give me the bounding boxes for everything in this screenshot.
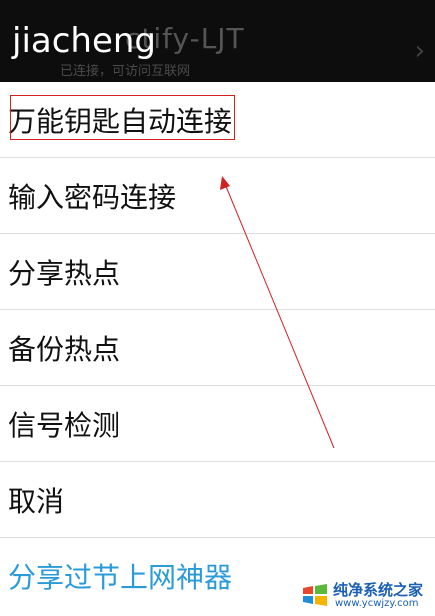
wifi-options-menu: 万能钥匙自动连接 输入密码连接 分享热点 备份热点 信号检测 取消 分享过节上网…	[0, 82, 435, 614]
menu-item-label: 分享热点	[8, 256, 121, 290]
watermark-title: 纯净系统之家	[333, 581, 424, 599]
menu-item-label: 分享过节上网神器	[8, 561, 233, 594]
menu-item-label: 万能钥匙自动连接	[8, 104, 233, 138]
menu-item-password-connect[interactable]: 输入密码连接	[0, 158, 435, 234]
menu-item-share-hotspot[interactable]: 分享热点	[0, 234, 435, 310]
windows-logo-icon	[303, 584, 327, 606]
menu-item-backup-hotspot[interactable]: 备份热点	[0, 310, 435, 386]
menu-item-auto-connect[interactable]: 万能钥匙自动连接	[0, 82, 435, 158]
menu-item-cancel[interactable]: 取消	[0, 462, 435, 538]
top-bar: ctify-LJT 已连接，可访问互联网 › jiacheng	[0, 0, 435, 82]
background-network-status: 已连接，可访问互联网	[60, 64, 191, 79]
chevron-right-icon: ›	[414, 36, 425, 66]
watermark-url: www.ycwjzy.com	[335, 598, 419, 609]
menu-item-label: 输入密码连接	[8, 180, 177, 214]
menu-item-label: 信号检测	[8, 408, 121, 442]
menu-item-label: 备份热点	[8, 332, 121, 366]
menu-item-label: 取消	[8, 484, 65, 518]
menu-item-signal-test[interactable]: 信号检测	[0, 386, 435, 462]
dialog-title: jiacheng	[12, 21, 157, 61]
watermark: 纯净系统之家 www.ycwjzy.com	[301, 578, 431, 612]
